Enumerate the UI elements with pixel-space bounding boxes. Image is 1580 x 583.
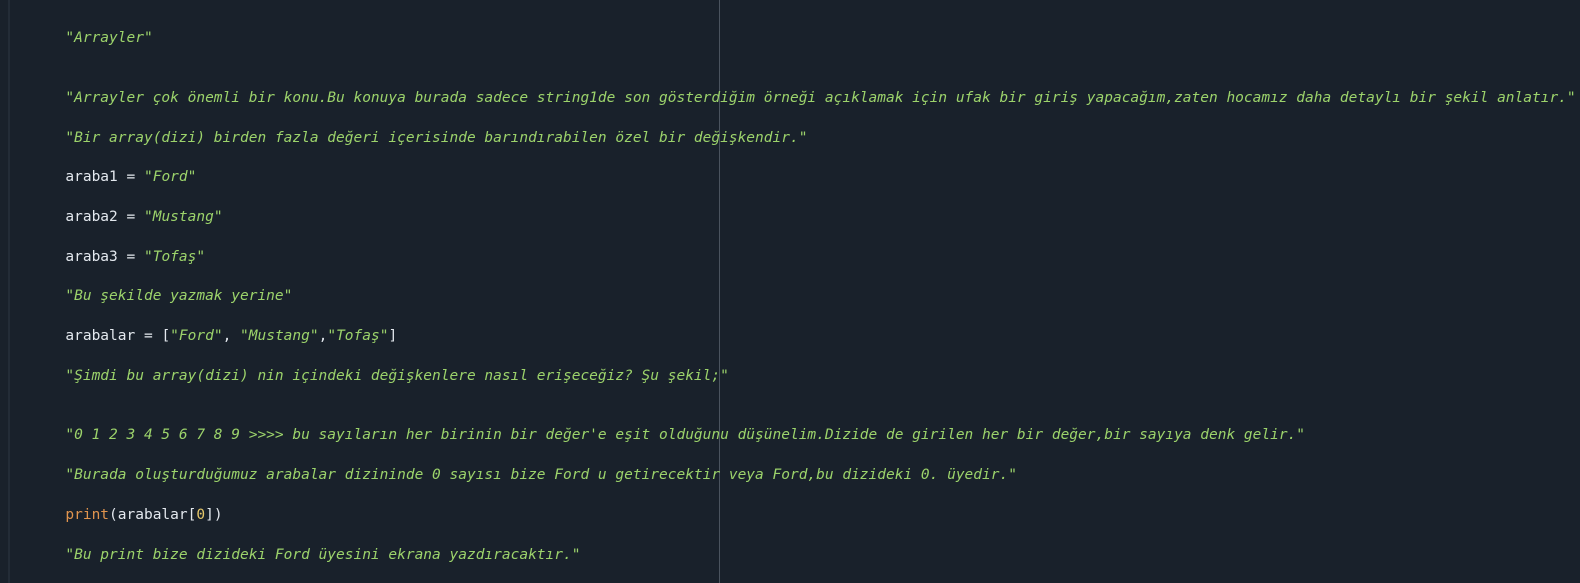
code-line-6: araba3 = "Tofaş": [13, 227, 205, 265]
string-literal: "Ford": [143, 169, 197, 185]
assignment-operator: =: [117, 169, 144, 185]
string-literal: "Bu şekilde yazmak yerine": [65, 288, 293, 304]
string-literal: "Arrayler": [65, 30, 153, 46]
string-literal: "Bu print bize dizideki Ford üyesini ekr…: [65, 547, 581, 563]
variable-name: araba2: [65, 209, 118, 225]
assignment-operator: =: [135, 328, 162, 344]
variable-name: araba1: [65, 169, 118, 185]
list-separator: ,: [222, 328, 241, 344]
code-line-10: "0 1 2 3 4 5 6 7 8 9 >>>> bu sayıların h…: [13, 405, 1305, 443]
code-line-7: "Bu şekilde yazmak yerine": [13, 266, 292, 304]
list-item: "Mustang": [240, 328, 319, 344]
open-paren: (: [109, 507, 118, 523]
code-line-13: "Bu print bize dizideki Ford üyesini ekr…: [13, 525, 580, 563]
argument-name: arabalar: [117, 507, 188, 523]
code-line-12: print(arabalar[0]): [13, 485, 222, 523]
variable-name: araba3: [65, 249, 118, 265]
list-open-bracket: [: [161, 328, 171, 344]
index-close-bracket: ]: [205, 507, 214, 523]
function-name: print: [65, 507, 110, 523]
assignment-operator: =: [117, 209, 144, 225]
code-line-11: "Burada oluşturduğumuz arabalar dizinind…: [13, 445, 1017, 483]
string-literal: "Arrayler çok önemli bir konu.Bu konuya …: [65, 90, 1576, 106]
string-literal: "Tofaş": [143, 249, 206, 265]
gutter-edge: [8, 0, 10, 583]
code-line-9: "Şimdi bu array(dizi) nin içindeki değiş…: [13, 346, 728, 384]
code-area[interactable]: "Arrayler" "Arrayler çok önemli bir konu…: [13, 0, 1575, 583]
list-close-bracket: ]: [388, 328, 398, 344]
list-item: "Ford": [170, 328, 223, 344]
string-literal: "Mustang": [143, 209, 223, 225]
index-number: 0: [196, 507, 206, 523]
code-line-2: "Arrayler çok önemli bir konu.Bu konuya …: [13, 68, 1575, 106]
close-paren: ): [213, 507, 223, 523]
string-literal: "0 1 2 3 4 5 6 7 8 9 >>>> bu sayıların h…: [65, 427, 1306, 443]
string-literal: "Bir array(dizi) birden fazla değeri içe…: [65, 130, 808, 146]
string-literal: "Şimdi bu array(dizi) nin içindeki değiş…: [65, 368, 729, 384]
assignment-operator: =: [117, 249, 144, 265]
code-line-5: araba2 = "Mustang": [13, 187, 222, 225]
list-item: "Tofaş": [327, 328, 389, 344]
string-literal: "Burada oluşturduğumuz arabalar dizinind…: [65, 467, 1017, 483]
code-line-1: "Arrayler": [13, 8, 152, 46]
code-line-3: "Bir array(dizi) birden fazla değeri içe…: [13, 108, 807, 146]
code-line-4: araba1 = "Ford": [13, 147, 196, 185]
code-line-8: arabalar = ["Ford", "Mustang","Tofaş"]: [13, 306, 397, 344]
variable-name: arabalar: [65, 328, 136, 344]
code-editor[interactable]: "Arrayler" "Arrayler çok önemli bir konu…: [0, 0, 1580, 583]
